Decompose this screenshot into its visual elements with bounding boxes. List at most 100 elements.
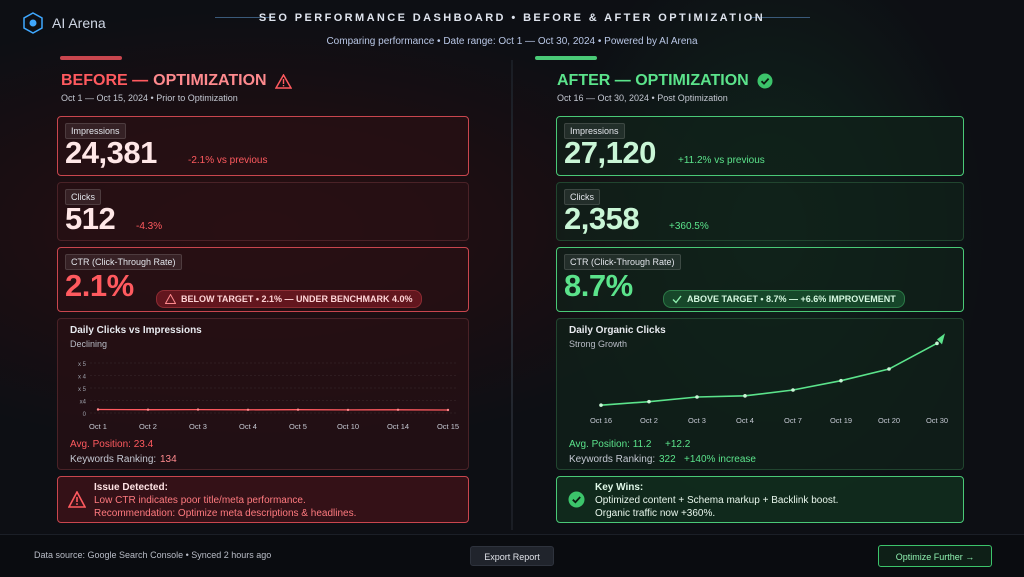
after-data-point <box>935 341 939 346</box>
ctr-value: 2.1% <box>65 268 134 303</box>
before-date-range: Oct 1 — Oct 15, 2024 • Prior to Optimiza… <box>61 93 238 103</box>
before-chart-subtitle: Declining <box>70 339 108 349</box>
before-y-tick-label: x 5 <box>78 362 87 368</box>
impressions-value: 27,120 <box>564 135 656 170</box>
before-keywords-value: 134 <box>160 454 177 465</box>
before-y-tick-label: x4 <box>80 400 87 406</box>
after-x-tick-label: Oct 16 <box>590 416 612 423</box>
panel-divider <box>511 60 513 530</box>
before-ctr-card: CTR (Click-Through Rate) 2.1% BELOW TARG… <box>57 247 469 312</box>
before-keywords-label: Keywords Ranking: <box>70 454 157 465</box>
before-y-tick-label: x 4 <box>78 375 87 381</box>
after-x-tick-label: Oct 7 <box>784 416 802 423</box>
before-panel-tab <box>60 56 122 60</box>
after-data-point <box>695 395 699 399</box>
issue-line-1: Low CTR indicates poor title/meta perfor… <box>94 495 306 506</box>
after-x-tick-label: Oct 2 <box>640 416 658 423</box>
clicks-delta: -4.3% <box>136 221 163 232</box>
alert-triangle-icon <box>68 491 86 508</box>
wins-line-2: Organic traffic now +360%. <box>595 508 716 519</box>
before-chart-title: Daily Clicks vs Impressions <box>70 325 202 336</box>
after-x-tick-label: Oct 4 <box>736 416 754 423</box>
before-data-point <box>346 408 350 412</box>
after-keywords-value: 322 <box>659 454 676 465</box>
issue-line-2: Recommendation: Optimize meta descriptio… <box>94 508 357 519</box>
before-x-tick-label: Oct 2 <box>139 422 157 431</box>
before-impressions-card: Impressions 24,381 -2.1% vs previous <box>57 116 469 176</box>
after-date-range: Oct 16 — Oct 30, 2024 • Post Optimizatio… <box>557 93 728 103</box>
before-y-tick-label: x 5 <box>78 387 87 393</box>
after-x-tick-label: Oct 3 <box>688 416 706 423</box>
footer-bar: Data source: Google Search Console • Syn… <box>0 534 1024 577</box>
after-heading-text: AFTER — OPTIMIZATION <box>557 72 749 89</box>
after-line-chart: Oct 16 Oct 2 Oct 3 Oct 4 Oct 7 Oct 19 Oct 20 Oc… <box>590 333 948 423</box>
after-clicks-card: Clicks 2,358 +360.5% <box>556 182 964 241</box>
before-x-tick-label: Oct 4 <box>239 422 257 431</box>
issue-title: Issue Detected: <box>94 482 168 493</box>
before-x-tick-label: Oct 3 <box>189 422 207 431</box>
before-series-line <box>97 408 449 411</box>
dashboard-title: SEO PERFORMANCE DASHBOARD • BEFORE & AFT… <box>258 12 766 24</box>
above-target-badge: ABOVE TARGET • 8.7% — +6.6% IMPROVEMENT <box>663 290 905 308</box>
check-circle-icon <box>757 73 773 89</box>
warning-small-icon <box>165 294 176 304</box>
after-chart-card: Daily Organic Clicks Strong Growth Oct 1… <box>556 318 964 470</box>
before-y-tick-label: 0 <box>83 412 87 418</box>
before-data-point <box>296 408 300 411</box>
before-x-tick-label: Oct 10 <box>337 422 359 431</box>
before-clicks-card: Clicks 512 -4.3% <box>57 182 469 241</box>
after-avg-delta: +12.2 <box>665 439 691 450</box>
after-x-tick-label: Oct 30 <box>926 416 948 423</box>
above-target-text: ABOVE TARGET • 8.7% — +6.6% IMPROVEMENT <box>687 294 896 304</box>
before-chart-card: Daily Clicks vs Impressions Declining x … <box>57 318 469 470</box>
after-impressions-card: Impressions 27,120 +11.2% vs previous <box>556 116 964 176</box>
impressions-delta: -2.1% vs previous <box>188 155 268 166</box>
dashboard-subtitle: Comparing performance • Date range: Oct … <box>326 36 698 47</box>
after-data-point <box>743 394 747 398</box>
after-panel-tab <box>535 56 597 60</box>
before-x-tick-label: Oct 5 <box>289 422 307 431</box>
below-target-text: BELOW TARGET • 2.1% — UNDER BENCHMARK 4.… <box>181 294 413 304</box>
before-x-tick-label: Oct 1 <box>89 422 107 431</box>
after-data-point <box>791 388 795 392</box>
before-data-point <box>446 408 450 412</box>
after-ctr-card: CTR (Click-Through Rate) 8.7% ABOVE TARG… <box>556 247 964 312</box>
before-data-point <box>196 408 200 411</box>
wins-line-1: Optimized content + Schema markup + Back… <box>595 495 839 506</box>
after-data-point <box>599 403 603 407</box>
after-data-point <box>647 399 651 404</box>
before-avg-position: Avg. Position: 23.4 <box>70 439 154 450</box>
before-line-chart: x 5 x 4 x 5 x4 0Oct 1 Oct 2 Oct 3 Oct 4 Oct 5 Oct… <box>78 362 459 431</box>
before-x-tick-label: Oct 15 <box>437 422 459 431</box>
after-data-point <box>887 367 891 371</box>
after-keywords-label: Keywords Ranking: <box>569 454 656 465</box>
export-report-button[interactable]: Export Report <box>470 546 554 566</box>
before-heading-b: OPTIMIZATION <box>153 72 267 89</box>
after-keywords-delta: +140% increase <box>684 454 756 465</box>
issue-detected-card: Issue Detected: Low CTR indicates poor t… <box>57 476 469 523</box>
before-heading: BEFORE — OPTIMIZATION <box>61 72 292 90</box>
clicks-delta: +360.5% <box>669 221 709 232</box>
after-x-tick-label: Oct 19 <box>830 416 852 423</box>
before-data-point <box>146 408 150 411</box>
clicks-value: 2,358 <box>564 201 640 236</box>
below-target-badge: BELOW TARGET • 2.1% — UNDER BENCHMARK 4.… <box>156 290 422 308</box>
impressions-delta: +11.2% vs previous <box>678 155 765 166</box>
impressions-value: 24,381 <box>65 135 157 170</box>
before-data-point <box>246 408 250 411</box>
data-source-text: Data source: Google Search Console • Syn… <box>34 550 272 560</box>
before-x-tick-label: Oct 14 <box>387 422 409 431</box>
after-data-point <box>839 378 843 383</box>
after-avg-position: Avg. Position: 11.2 <box>569 439 652 450</box>
before-data-point <box>96 408 100 411</box>
wins-title: Key Wins: <box>595 482 644 493</box>
ctr-value: 8.7% <box>564 268 633 303</box>
after-series-line <box>600 342 938 406</box>
after-x-tick-label: Oct 20 <box>878 416 900 423</box>
optimize-further-button[interactable]: Optimize Further → <box>878 545 992 567</box>
warning-icon <box>274 73 292 89</box>
check-circle-icon <box>568 491 585 508</box>
clicks-value: 512 <box>65 201 116 236</box>
before-data-point <box>396 408 400 411</box>
before-heading-a: BEFORE — <box>61 72 149 89</box>
